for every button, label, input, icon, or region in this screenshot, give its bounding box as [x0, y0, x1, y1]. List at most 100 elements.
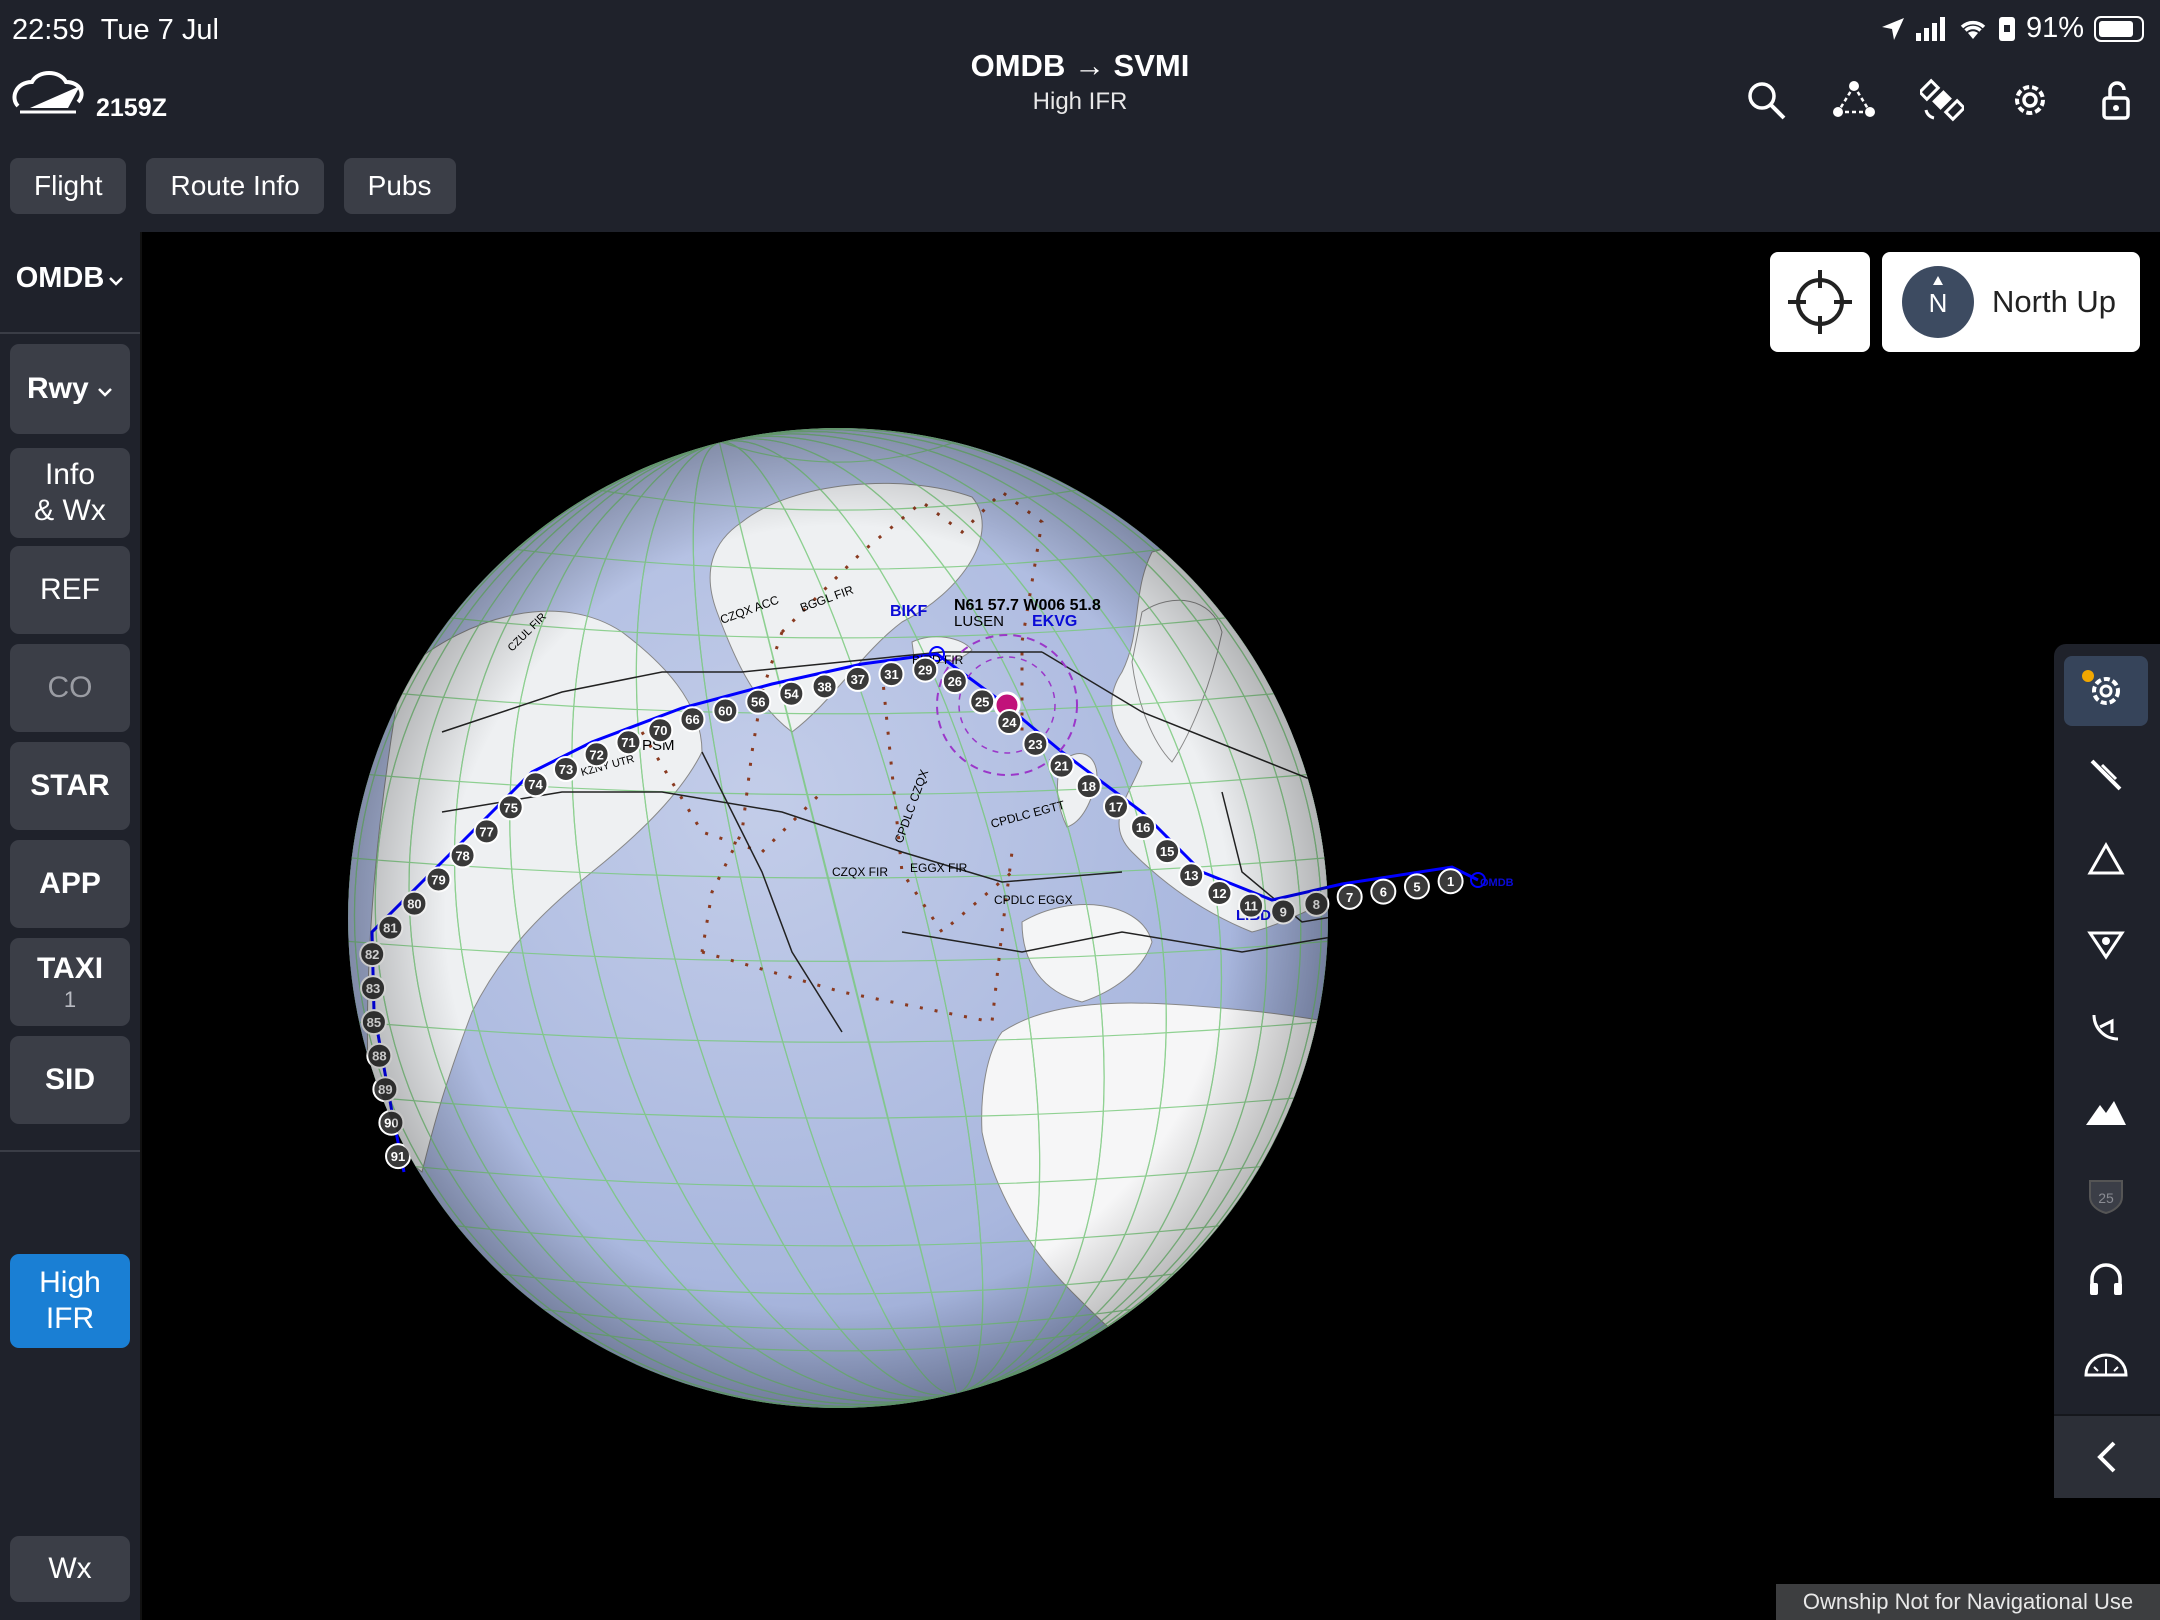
layer-waypoint-button[interactable] — [2064, 908, 2148, 978]
waypoint-number: 71 — [621, 735, 635, 750]
sid-button[interactable]: SID — [10, 1036, 130, 1124]
waypoint-marker[interactable]: 71 — [615, 729, 642, 756]
waypoint-marker[interactable]: 16 — [1130, 814, 1157, 841]
waypoint-marker[interactable]: 5 — [1403, 873, 1430, 900]
co-button[interactable]: CO — [10, 644, 130, 732]
waypoint-marker[interactable]: 25 — [969, 688, 996, 715]
waypoint-marker[interactable]: 23 — [1022, 730, 1049, 757]
waypoint-marker[interactable]: 17 — [1102, 793, 1129, 820]
settings-icon[interactable] — [2008, 78, 2052, 122]
airport-label-omdb: OMDB — [1480, 877, 1514, 889]
fir-label-2: EGGX FIR — [910, 861, 968, 875]
tab-route-info[interactable]: Route Info — [146, 158, 324, 214]
lock-open-icon[interactable] — [2096, 78, 2140, 122]
layer-protractor-button[interactable] — [2064, 1328, 2148, 1398]
waypoint-number: 77 — [479, 824, 493, 839]
waypoint-marker[interactable]: 56 — [745, 688, 772, 715]
waypoint-marker[interactable]: 11 — [1238, 892, 1265, 919]
waypoint-marker[interactable]: 7 — [1336, 883, 1363, 910]
waypoint-number: 24 — [1002, 715, 1017, 730]
north-up-button[interactable]: N North Up — [1882, 252, 2140, 352]
taxi-button[interactable]: TAXI 1 — [10, 938, 130, 1026]
waypoint-number: 73 — [559, 762, 573, 777]
runway-button[interactable]: Rwy — [10, 344, 130, 434]
waypoint-marker[interactable]: 73 — [552, 756, 579, 783]
waypoint-number: 1 — [1447, 874, 1454, 889]
waypoint-marker[interactable]: 81 — [377, 914, 404, 941]
waypoint-marker[interactable]: 70 — [647, 717, 674, 744]
waypoint-marker[interactable]: 89 — [372, 1076, 399, 1103]
waypoint-marker[interactable]: 15 — [1154, 838, 1181, 865]
waypoint-marker[interactable]: 9 — [1270, 898, 1297, 925]
waypoint-number: 56 — [751, 695, 765, 710]
waypoint-marker[interactable]: 74 — [522, 771, 549, 798]
waypoint-marker[interactable]: 54 — [778, 680, 805, 707]
route-network-icon[interactable] — [1832, 78, 1876, 122]
waypoint-marker[interactable]: 82 — [359, 941, 386, 968]
airport-selector[interactable]: OMDB — [0, 262, 140, 295]
waypoint-marker[interactable]: 90 — [378, 1109, 405, 1136]
app-button[interactable]: APP — [10, 840, 130, 928]
waypoint-marker[interactable]: 37 — [844, 665, 871, 692]
waypoint-marker[interactable]: 60 — [712, 697, 739, 724]
chart-layer-button[interactable]: High IFR — [10, 1254, 130, 1348]
waypoint-marker[interactable]: 83 — [360, 975, 387, 1002]
waypoint-marker[interactable]: 18 — [1075, 773, 1102, 800]
waypoint-marker[interactable]: 26 — [941, 668, 968, 695]
ref-button[interactable]: REF — [10, 546, 130, 634]
waypoint-marker[interactable]: 72 — [583, 741, 610, 768]
waypoint-number: 23 — [1028, 737, 1042, 752]
waypoint-number: 11 — [1244, 899, 1258, 914]
waypoint-number: 25 — [975, 694, 989, 709]
center-ownship-button[interactable] — [1770, 252, 1870, 352]
waypoint-marker[interactable]: 91 — [385, 1143, 412, 1170]
waypoint-marker[interactable]: 78 — [449, 842, 476, 869]
info-wx-button[interactable]: Info & Wx — [10, 448, 130, 538]
battery-icon — [2094, 15, 2144, 42]
notification-dot — [2082, 670, 2094, 682]
layer-fix-button[interactable] — [2064, 824, 2148, 894]
waypoint-marker[interactable]: 66 — [679, 706, 706, 733]
layer-settings-button[interactable] — [2064, 656, 2148, 726]
waypoint-marker[interactable]: 29 — [912, 656, 939, 683]
map-view[interactable]: N61 57.7 W006 51.8 LUSEN EKVG BIKF LIBD … — [142, 232, 2160, 1620]
satellite-icon[interactable] — [1920, 78, 1964, 122]
waypoint-number: 17 — [1109, 799, 1123, 814]
waypoint-marker[interactable]: 6 — [1370, 878, 1397, 905]
waypoint-number: 79 — [431, 873, 445, 888]
waypoint-marker[interactable]: 13 — [1178, 862, 1205, 889]
globe-map[interactable]: N61 57.7 W006 51.8 LUSEN EKVG BIKF LIBD … — [142, 232, 2160, 1620]
tab-pubs[interactable]: Pubs — [343, 158, 456, 214]
wx-button[interactable]: Wx — [10, 1536, 130, 1602]
star-button[interactable]: STAR — [10, 742, 130, 830]
position-readout: N61 57.7 W006 51.8 — [954, 597, 1101, 614]
svg-text:25: 25 — [2098, 1190, 2114, 1206]
waypoint-marker[interactable]: 75 — [497, 794, 524, 821]
waypoint-number: 16 — [1136, 820, 1150, 835]
waypoint-marker[interactable]: 77 — [473, 818, 500, 845]
waypoint-marker[interactable]: 79 — [425, 866, 452, 893]
compass-icon: N — [1902, 266, 1974, 338]
layer-terrain-button[interactable] — [2064, 1076, 2148, 1146]
collapse-panel-button[interactable] — [2054, 1414, 2160, 1498]
search-icon[interactable] — [1744, 78, 1788, 122]
layer-airspace-button[interactable] — [2064, 740, 2148, 810]
waypoint-marker[interactable]: 85 — [360, 1009, 387, 1036]
waypoint-marker[interactable]: 24 — [996, 709, 1023, 736]
waypoint-marker[interactable]: 1 — [1437, 868, 1464, 895]
chevron-down-icon — [98, 388, 112, 397]
waypoint-marker[interactable]: 88 — [366, 1042, 393, 1069]
waypoint-marker[interactable]: 12 — [1206, 879, 1233, 906]
waypoint-marker[interactable]: 31 — [878, 661, 905, 688]
waypoint-number: 18 — [1082, 779, 1096, 794]
location-arrow-icon — [1881, 17, 1904, 40]
layer-navaid-button[interactable] — [2064, 992, 2148, 1062]
waypoint-marker[interactable]: 21 — [1048, 752, 1075, 779]
waypoint-marker[interactable]: 80 — [401, 890, 428, 917]
waypoint-marker[interactable]: 8 — [1303, 890, 1330, 917]
layer-shield-button[interactable]: 25 — [2064, 1160, 2148, 1230]
waypoint-marker[interactable]: 38 — [811, 673, 838, 700]
waypoint-number: 37 — [851, 672, 865, 687]
tab-flight[interactable]: Flight — [10, 158, 127, 214]
layer-frequency-button[interactable] — [2064, 1244, 2148, 1314]
